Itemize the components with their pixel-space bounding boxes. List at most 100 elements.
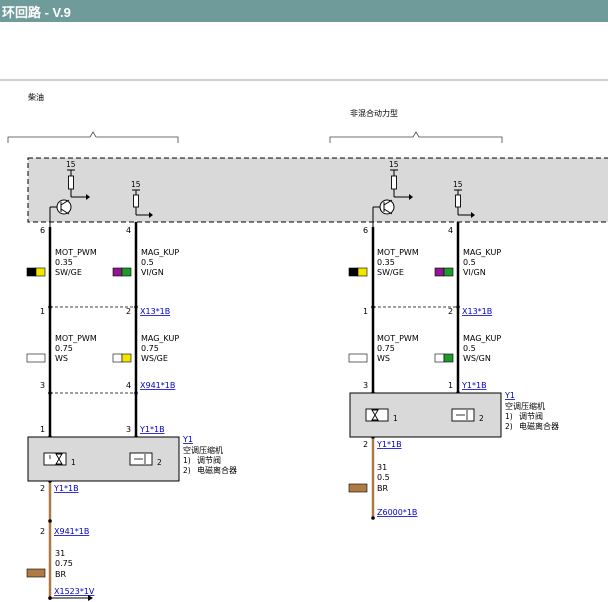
connector-label: X1523*1V [54,587,95,596]
wire-name: 31 [377,463,387,472]
wires-left [48,222,138,600]
pin-number: 4 [448,226,453,235]
clutch-symbol [129,452,153,466]
wire-color: SW/GE [377,268,404,277]
wire-color: SW/GE [55,268,82,277]
wiring-diagram: 柴油 非混合动力型 15 15 15 15 6 4 1 2 3 4 1 3 2 … [0,79,608,601]
component-item: 电磁离合器 [197,465,237,475]
wire-name: MAG_KUP [463,334,501,343]
pin-number: 2 [40,527,45,536]
component-item: 调节阀 [197,456,221,465]
regulating-valve-symbol [43,452,67,466]
pin-number: 2 [126,307,131,316]
connector-label: Y1*1B [139,425,165,434]
wire-name: 31 [55,549,65,558]
wire-color-swatch [434,267,445,277]
component-item-number: 1) [183,456,191,465]
variant-label-diesel: 柴油 [28,92,44,102]
wire-color-swatch [26,353,46,363]
component-element-number: 1 [393,414,398,423]
pin-number: 3 [126,425,131,434]
wire-color-swatch [357,267,368,277]
clutch-symbol [451,408,475,422]
wire-size: 0.75 [377,344,395,353]
wire-color-swatch [348,353,368,363]
wire-name: MOT_PWM [377,334,419,343]
component-item-number: 1) [505,412,513,421]
resistor [391,175,397,190]
wire-size: 0.5 [377,473,390,482]
wire-color-swatch [35,267,46,277]
component-item-number: 2) [505,422,513,431]
wire-size: 0.75 [141,344,159,353]
pin-number: 6 [40,226,45,235]
wire-size: 0.75 [55,344,73,353]
component-element-number: 2 [479,414,484,423]
component-name: 空调压缩机 [183,445,223,455]
connector-label: X941*1B [54,527,89,536]
pin-number: 3 [40,381,45,390]
component-element-number: 1 [71,458,76,467]
wire-color: WS [55,354,68,363]
wire-color-swatch [348,483,368,493]
component-item: 电磁离合器 [519,421,559,431]
wire-color: BR [377,484,388,493]
resistor [133,194,139,208]
wire-color-swatch [121,267,132,277]
pin-number: 2 [40,484,45,493]
wire-size: 0.35 [377,258,395,267]
pin-number: 4 [126,381,131,390]
pin-number: 1 [40,307,45,316]
transistor-symbol [379,199,395,215]
wire-name: MOT_PWM [55,334,97,343]
control-unit-box [27,157,608,223]
wire-name: MOT_PWM [377,248,419,257]
wire-size: 0.5 [463,258,476,267]
wire-size: 0.35 [55,258,73,267]
supply-label-15: 15 [453,180,463,189]
resistor [455,194,461,208]
pin-number: 1 [40,425,45,434]
component-element-number: 2 [157,458,162,467]
connector-label: Y1*1B [376,440,402,449]
pin-number: 1 [448,381,453,390]
wire-name: MAG_KUP [141,248,179,257]
wire-size: 0.5 [463,344,476,353]
connector-label: X13*1B [462,307,492,316]
wire-size: 0.5 [141,258,154,267]
component-name: 空调压缩机 [505,401,545,411]
component-item-number: 2) [183,466,191,475]
variant-label-non-hybrid: 非混合动力型 [350,108,398,118]
wire-color-swatch [348,267,359,277]
pin-number: 1 [363,307,368,316]
wire-color: WS/GN [463,354,491,363]
component-id: Y1 [504,391,515,400]
wire-color-swatch [112,267,123,277]
variant-brace-left [7,131,179,143]
pin-number: 3 [363,381,368,390]
wire-color-swatch [26,267,37,277]
wire-color: VI/GN [463,268,486,277]
wire-color: WS [377,354,390,363]
resistor [68,175,74,190]
wire-size: 0.75 [55,559,73,568]
transistor-symbol [56,199,72,215]
pin-number: 2 [363,440,368,449]
wire-name: MOT_PWM [55,248,97,257]
wire-color-swatch [443,267,454,277]
pin-number: 4 [126,226,131,235]
connector-label: Y1*1B [53,484,79,493]
variant-brace-right [329,131,503,143]
supply-label-15: 15 [389,160,399,169]
wire-color-swatch [112,353,123,363]
connector-label: Y1*1B [461,381,487,390]
supply-label-15: 15 [131,180,141,189]
connector-label: X941*1B [140,381,175,390]
wire-color-swatch [443,353,454,363]
component-item: 调节阀 [519,412,543,421]
pin-number: 6 [363,226,368,235]
wire-color-swatch [26,568,46,578]
wire-color-swatch [121,353,132,363]
wire-color: VI/GN [141,268,164,277]
supply-label-15: 15 [66,160,76,169]
